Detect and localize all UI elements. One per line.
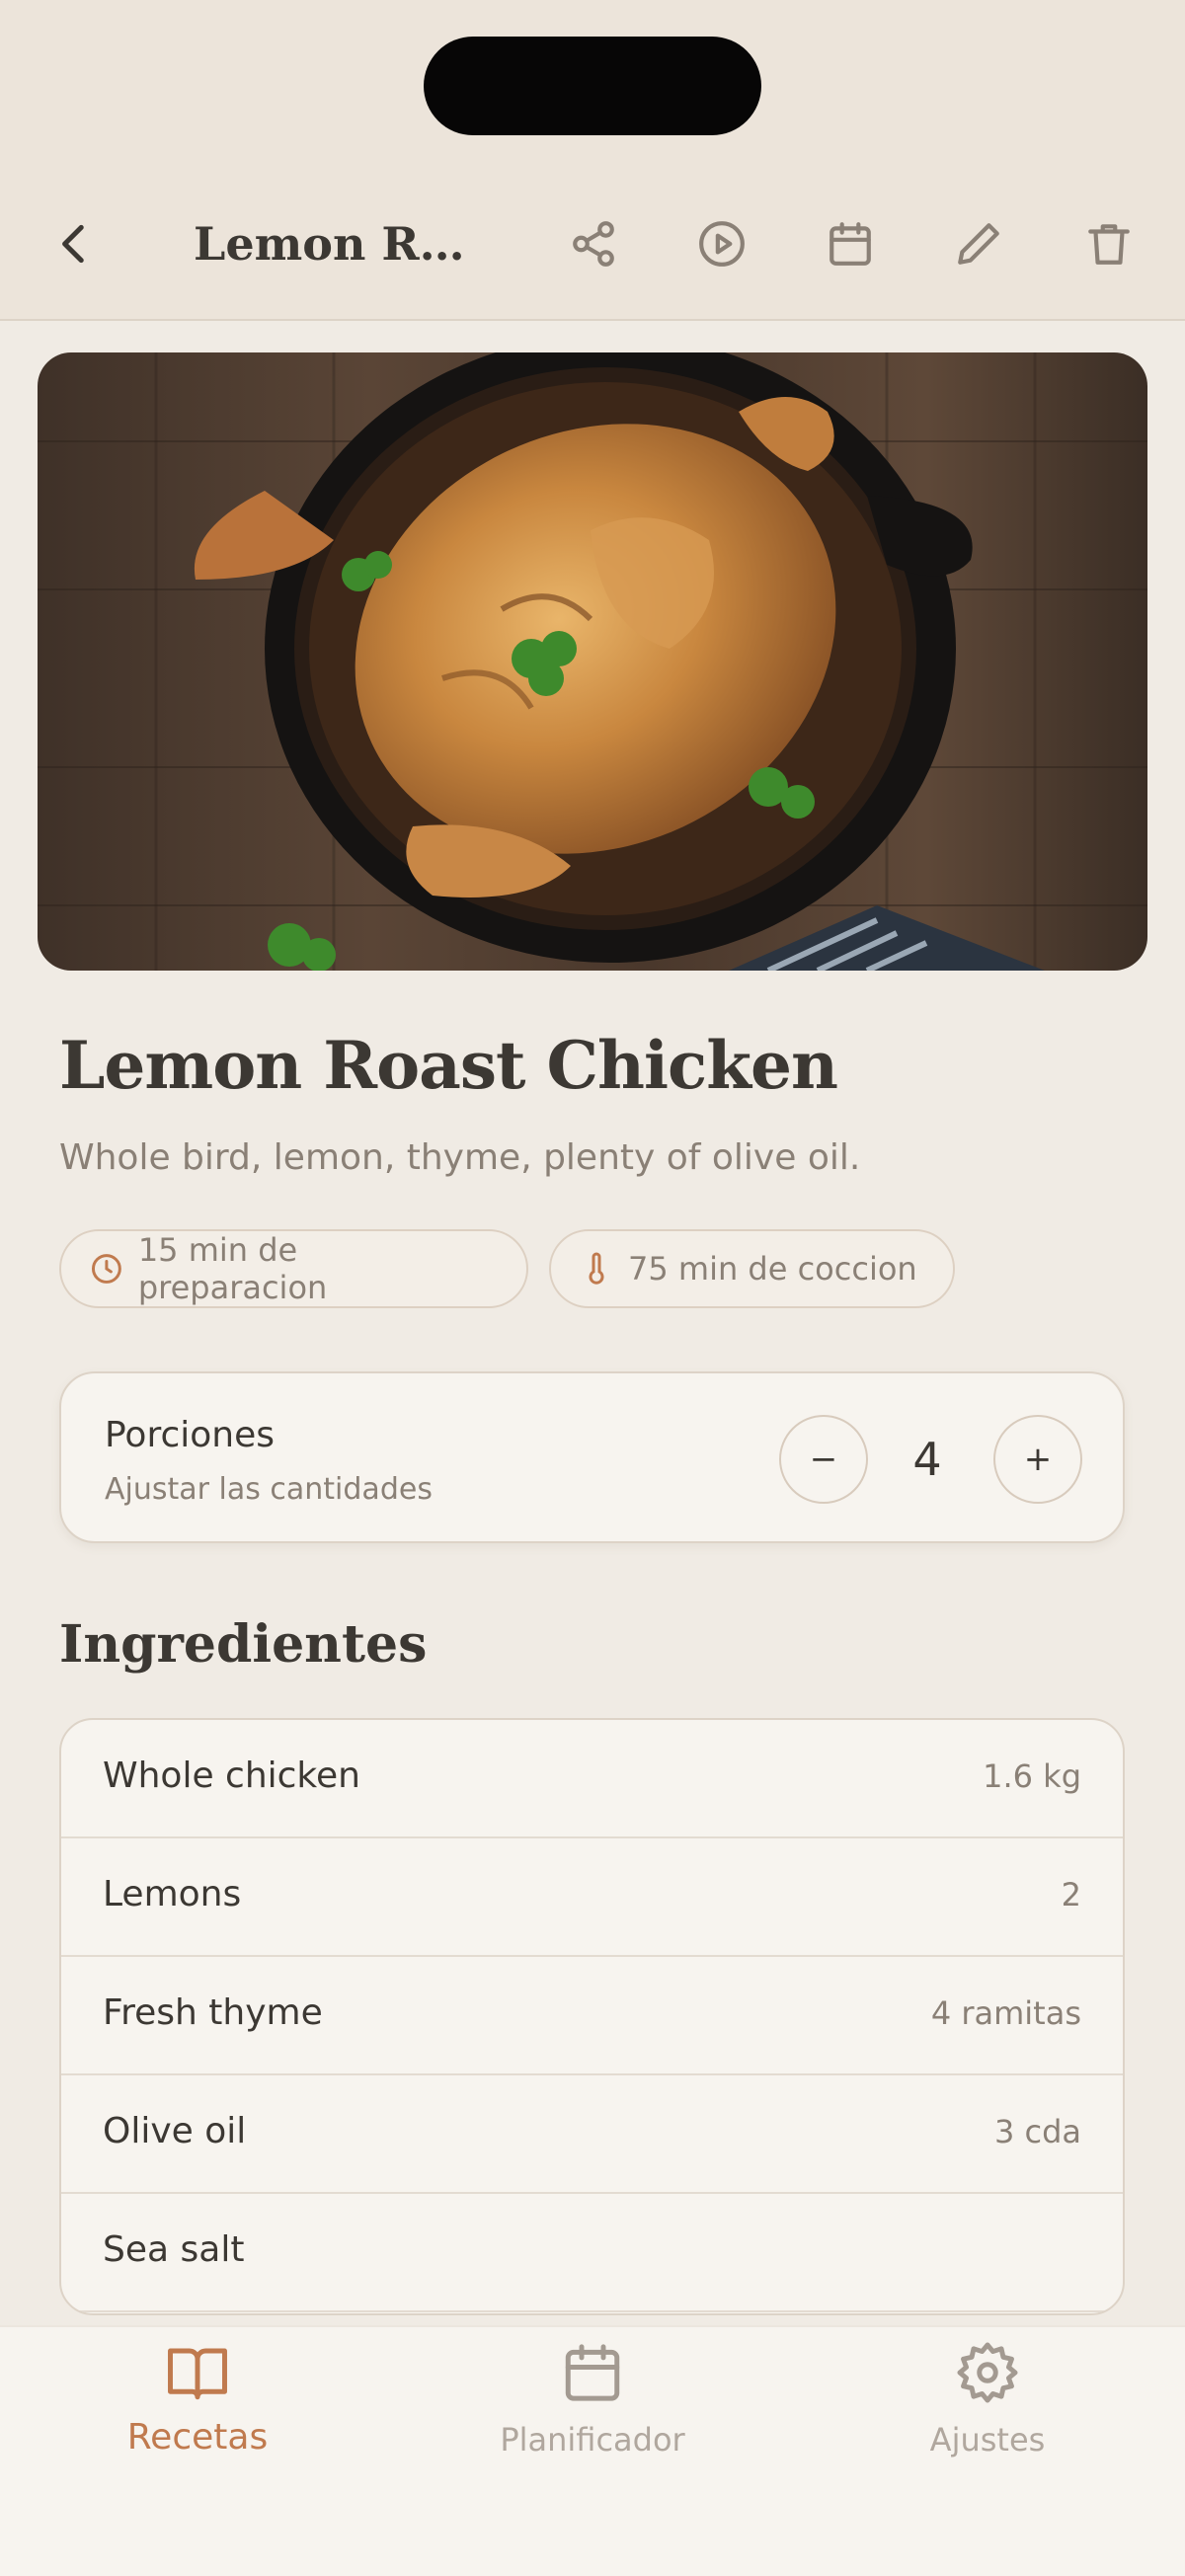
list-item: Fresh thyme 4 ramitas xyxy=(61,1957,1123,2075)
ingredient-name: Sea salt xyxy=(103,2229,245,2270)
ingredient-quantity: 3 cda xyxy=(993,2113,1081,2150)
list-item: Sea salt xyxy=(61,2194,1123,2312)
cook-mode-button[interactable] xyxy=(682,204,761,283)
book-icon xyxy=(168,2348,227,2400)
ingredient-quantity: 2 xyxy=(1061,1876,1081,1913)
trash-icon xyxy=(1088,224,1130,265)
servings-label: Porciones xyxy=(105,1415,276,1455)
ingredient-name: Whole chicken xyxy=(103,1756,360,1796)
status-bar xyxy=(0,0,1185,178)
calendar-icon xyxy=(830,222,871,266)
tab-recipes-label: Recetas xyxy=(126,2417,269,2458)
back-button[interactable] xyxy=(36,204,115,283)
list-item: Lemons 2 xyxy=(61,1838,1123,1957)
list-item: Olive oil 3 cda xyxy=(61,2075,1123,2194)
thermometer-icon xyxy=(589,1252,604,1285)
cook-time-chip: 75 min de coccion xyxy=(549,1229,955,1308)
tab-settings[interactable]: Ajustes xyxy=(839,2340,1136,2478)
ingredient-name: Fresh thyme xyxy=(103,1992,323,2033)
servings-hint: Ajustar las cantidades xyxy=(105,1472,433,1507)
ingredients-title: Ingredientes xyxy=(59,1614,428,1675)
clock-icon xyxy=(91,1254,121,1284)
servings-value: 4 xyxy=(912,1433,942,1486)
recipe-title: Lemon Roast Chicken xyxy=(59,1027,838,1104)
play-icon xyxy=(699,221,745,267)
share-icon xyxy=(573,221,614,267)
ingredient-name: Lemons xyxy=(103,1874,242,1914)
back-icon xyxy=(62,224,84,264)
servings-card: Porciones Ajustar las cantidades − 4 + xyxy=(59,1371,1125,1543)
recipe-photo xyxy=(38,352,1147,971)
tab-settings-label: Ajustes xyxy=(929,2421,1046,2459)
ingredient-quantity: 4 ramitas xyxy=(930,1994,1081,2032)
delete-button[interactable] xyxy=(1069,204,1148,283)
recipe-description: Whole bird, lemon, thyme, plenty of oliv… xyxy=(59,1137,861,1178)
prep-time-chip: 15 min de preparacion xyxy=(59,1229,528,1308)
cook-time-label: 75 min de coccion xyxy=(628,1250,917,1288)
decrease-servings-button[interactable]: − xyxy=(779,1415,868,1504)
edit-icon xyxy=(958,223,999,265)
ingredient-quantity: 1.6 kg xyxy=(983,1757,1081,1795)
calendar-icon xyxy=(565,2344,620,2401)
prep-time-label: 15 min de preparacion xyxy=(137,1231,328,1306)
share-button[interactable] xyxy=(554,204,633,283)
tab-planner[interactable]: Planificador xyxy=(444,2340,741,2478)
header-title: Lemon Roast Chicken xyxy=(194,217,470,271)
tab-planner-label: Planificador xyxy=(500,2421,685,2459)
list-item: Whole chicken 1.6 kg xyxy=(61,1720,1123,1838)
dynamic-island xyxy=(424,37,761,135)
edit-button[interactable] xyxy=(939,204,1018,283)
gear-icon xyxy=(957,2342,1018,2403)
schedule-button[interactable] xyxy=(811,204,890,283)
increase-servings-button[interactable]: + xyxy=(993,1415,1082,1504)
ingredient-name: Olive oil xyxy=(103,2111,247,2151)
ingredients-list: Whole chicken 1.6 kg Lemons 2 Fresh thym… xyxy=(59,1718,1125,2315)
tab-recipes[interactable]: Recetas xyxy=(49,2340,346,2478)
